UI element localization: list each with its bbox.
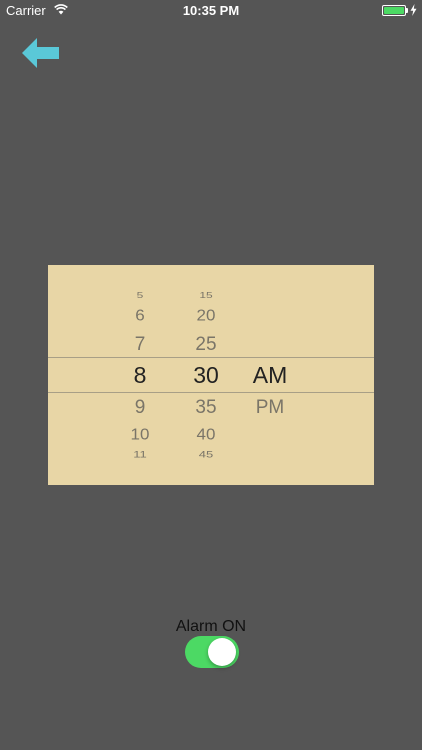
- status-time: 10:35 PM: [182, 3, 240, 18]
- picker-item[interactable]: 20: [176, 308, 236, 323]
- picker-item[interactable]: PM: [240, 398, 300, 417]
- alarm-label: Alarm ON: [175, 618, 247, 635]
- battery-tip: [406, 8, 408, 13]
- hour-column[interactable]: 5 6 7 8 9 10 11: [110, 265, 170, 485]
- arrow-left-icon: [22, 38, 59, 68]
- picker-item[interactable]: 10: [110, 427, 170, 442]
- picker-item[interactable]: 11: [110, 450, 170, 459]
- picker-item-selected-minute[interactable]: 30: [176, 364, 236, 387]
- status-bar: Carrier 10:35 PM: [0, 0, 422, 22]
- minute-column[interactable]: 15 20 25 30 35 40 45: [176, 265, 236, 485]
- picker-item[interactable]: 45: [176, 450, 236, 459]
- battery-icon: [382, 5, 406, 16]
- picker-item[interactable]: 6: [110, 308, 170, 323]
- period-column[interactable]: AM PM: [240, 265, 300, 485]
- picker-item[interactable]: 9: [110, 398, 170, 417]
- alarm-toggle[interactable]: [185, 636, 239, 668]
- time-picker[interactable]: 5 6 7 8 9 10 11 15 20 25 30 35 40 45 AM …: [48, 265, 374, 485]
- back-button[interactable]: [22, 37, 60, 69]
- picker-item[interactable]: 7: [110, 335, 170, 354]
- picker-item[interactable]: 35: [176, 398, 236, 417]
- bolt-icon: [410, 4, 417, 16]
- toggle-knob[interactable]: [208, 638, 236, 666]
- picker-item-selected-period[interactable]: AM: [240, 364, 300, 387]
- picker-item[interactable]: 5: [110, 291, 170, 299]
- picker-item[interactable]: 40: [176, 427, 236, 442]
- picker-item-selected-hour[interactable]: 8: [110, 364, 170, 387]
- picker-item[interactable]: 25: [176, 335, 236, 354]
- picker-item[interactable]: 15: [176, 291, 236, 299]
